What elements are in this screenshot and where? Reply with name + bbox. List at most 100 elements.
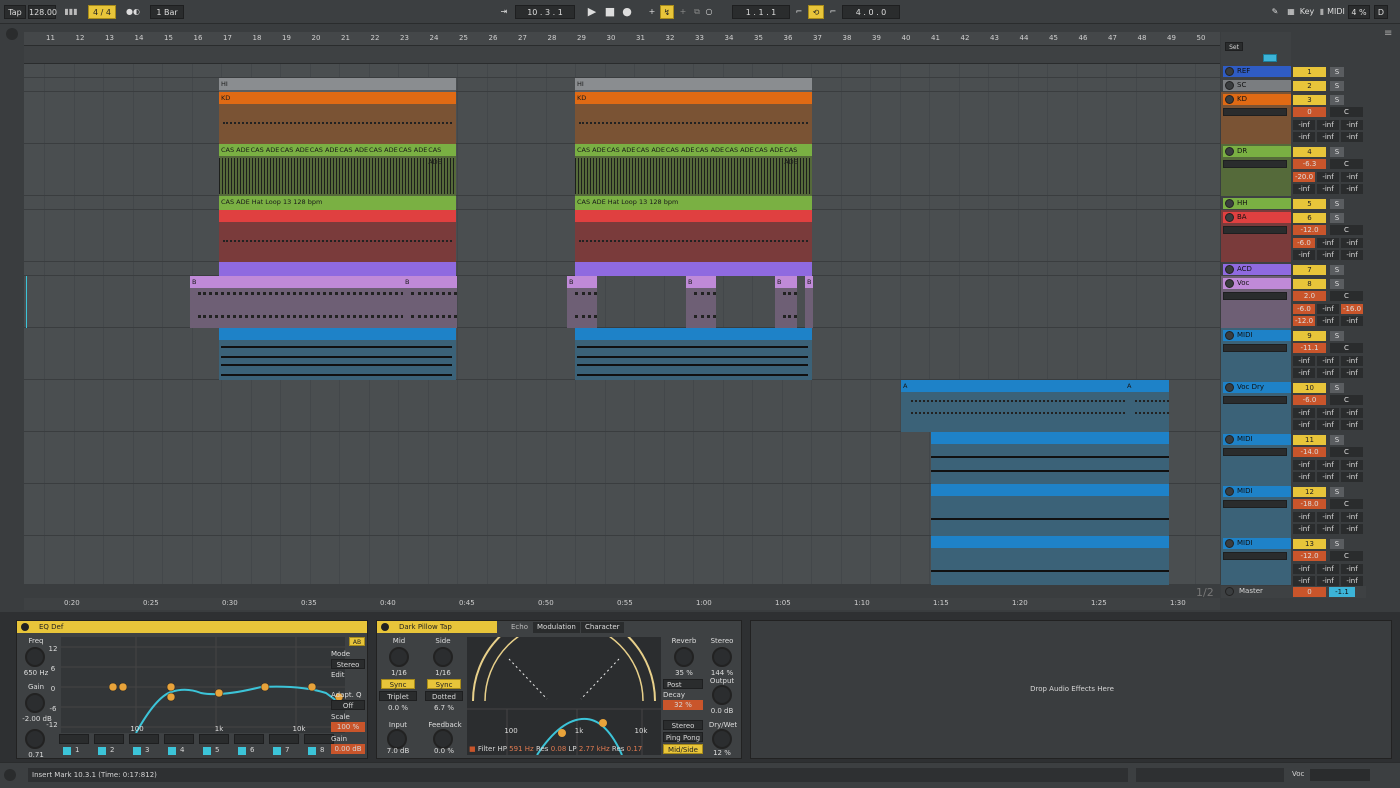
solo-button[interactable]: S <box>1330 383 1344 393</box>
draw-mode-icon[interactable]: ✎ <box>1268 5 1282 19</box>
band-on-checkbox[interactable] <box>98 747 106 755</box>
audio-clip[interactable]: HI <box>219 78 456 92</box>
send-f-field[interactable]: -inf <box>1341 316 1363 326</box>
follow-icon[interactable]: ⇥ <box>496 5 512 19</box>
send-c-field[interactable]: -inf <box>1341 120 1363 130</box>
send-b-field[interactable]: -inf <box>1317 238 1339 248</box>
ping-pong-button[interactable]: Ping Pong <box>663 732 703 742</box>
side-knob[interactable] <box>433 647 453 667</box>
send-b-field[interactable]: -inf <box>1317 512 1339 522</box>
pan-field[interactable]: C <box>1330 291 1363 301</box>
scale-field[interactable]: 100 % <box>331 722 365 732</box>
send-c-field[interactable]: -inf <box>1341 512 1363 522</box>
drop-effects-area[interactable]: Drop Audio Effects Here <box>750 620 1392 759</box>
midi-clip[interactable] <box>219 210 456 262</box>
midi-clip[interactable] <box>575 210 812 262</box>
pan-field[interactable]: C <box>1330 107 1363 117</box>
track-activator[interactable]: 6 <box>1293 213 1326 223</box>
band-filter-type-select[interactable] <box>269 734 299 744</box>
solo-button[interactable]: S <box>1330 435 1344 445</box>
key-map-button[interactable]: Key <box>1298 5 1316 19</box>
audio-clip[interactable]: CAS ADE CAS ADE CAS ADE CAS ADE CAS ADE CAS A… <box>575 144 812 196</box>
send-f-field[interactable]: -inf <box>1341 368 1363 378</box>
delay-tab[interactable]: Character <box>581 622 624 633</box>
delay-tab[interactable]: Modulation <box>533 622 580 633</box>
loop-brace-area[interactable] <box>24 46 1220 64</box>
track-header[interactable]: MIDI <box>1221 432 1291 484</box>
midi-map-button[interactable]: MIDI <box>1326 5 1346 19</box>
send-b-field[interactable]: -inf <box>1317 564 1339 574</box>
pan-field[interactable]: C <box>1330 447 1363 457</box>
track-slot[interactable] <box>1223 396 1287 404</box>
send-b-field[interactable]: -inf <box>1317 460 1339 470</box>
solo-button[interactable]: S <box>1330 331 1344 341</box>
loop-switch-icon[interactable]: ⟲ <box>808 5 824 19</box>
track-activator[interactable]: 10 <box>1293 383 1326 393</box>
send-e-field[interactable]: -inf <box>1317 250 1339 260</box>
eq-band[interactable]: 6 <box>234 733 266 757</box>
track-header[interactable]: MIDI <box>1221 484 1291 536</box>
ab-button[interactable]: AB <box>349 637 365 646</box>
solo-button[interactable]: S <box>1330 213 1344 223</box>
midi-clip[interactable] <box>931 536 1169 585</box>
master-play-icon[interactable] <box>1225 587 1234 596</box>
send-f-field[interactable]: -inf <box>1341 524 1363 534</box>
pan-field[interactable]: C <box>1330 225 1363 235</box>
fold-icon[interactable] <box>1225 199 1234 208</box>
send-c-field[interactable]: -inf <box>1341 356 1363 366</box>
band-on-checkbox[interactable] <box>238 747 246 755</box>
plus-icon[interactable]: + <box>676 5 690 19</box>
dry-wet-knob[interactable] <box>712 729 732 749</box>
volume-field[interactable]: -18.0 <box>1293 499 1326 509</box>
eq-curve-display[interactable] <box>61 637 345 733</box>
send-a-field[interactable]: -inf <box>1293 120 1315 130</box>
midi-clip[interactable] <box>575 328 812 380</box>
add-icon[interactable]: + <box>645 5 659 19</box>
status-icon[interactable] <box>4 769 16 781</box>
audio-clip[interactable]: HI <box>575 78 812 92</box>
send-f-field[interactable]: -inf <box>1341 472 1363 482</box>
send-d-field[interactable]: -inf <box>1293 368 1315 378</box>
audio-clip[interactable]: B <box>775 276 797 328</box>
mid-side-button[interactable]: Mid/Side <box>663 744 703 754</box>
track-header[interactable]: Voc <box>1221 276 1291 328</box>
send-d-field[interactable]: -inf <box>1293 184 1315 194</box>
metronome-bars-icon[interactable]: ▮▮▮ <box>60 5 82 19</box>
solo-button[interactable]: S <box>1330 81 1344 91</box>
audio-clip[interactable]: CAS ADE Hat Loop 13 128 bpm <box>575 196 812 210</box>
volume-field[interactable]: 0 <box>1293 107 1326 117</box>
eq-band[interactable]: 3 <box>129 733 161 757</box>
punch-in-icon[interactable]: ⌐ <box>792 5 806 19</box>
send-e-field[interactable]: -inf <box>1317 132 1339 142</box>
band-filter-type-select[interactable] <box>129 734 159 744</box>
post-select[interactable]: Post <box>663 679 703 689</box>
volume-field[interactable]: 2.0 <box>1293 291 1326 301</box>
fold-icon[interactable] <box>1225 487 1234 496</box>
reverb-knob[interactable] <box>674 647 694 667</box>
browser-toggle-icon[interactable] <box>6 28 18 40</box>
send-a-field[interactable]: -inf <box>1293 356 1315 366</box>
band-on-checkbox[interactable] <box>168 747 176 755</box>
send-c-field[interactable]: -inf <box>1341 238 1363 248</box>
fold-icon[interactable] <box>1225 147 1234 156</box>
volume-field[interactable]: -6.3 <box>1293 159 1326 169</box>
track-activator[interactable]: 5 <box>1293 199 1326 209</box>
midi-clip[interactable] <box>219 328 456 380</box>
track-header[interactable]: Voc Dry <box>1221 380 1291 432</box>
decay-field[interactable]: 32 % <box>663 700 703 710</box>
audio-clip[interactable]: B <box>686 276 716 328</box>
volume-field[interactable]: -12.0 <box>1293 551 1326 561</box>
pan-field[interactable]: C <box>1330 159 1363 169</box>
mid-knob[interactable] <box>389 647 409 667</box>
band-on-checkbox[interactable] <box>273 747 281 755</box>
audio-clip[interactable]: B <box>805 276 813 328</box>
delay-tab[interactable]: Echo <box>507 622 532 633</box>
keyboard-icon[interactable]: ▦ <box>1284 5 1298 19</box>
solo-button[interactable]: S <box>1330 279 1344 289</box>
send-a-field[interactable]: -inf <box>1293 460 1315 470</box>
send-a-field[interactable]: -inf <box>1293 512 1315 522</box>
send-b-field[interactable]: -inf <box>1317 172 1339 182</box>
send-e-field[interactable]: -inf <box>1317 524 1339 534</box>
filter-readout[interactable]: ■ Filter HP 591 Hz Res 0.08 LP 2.77 kHz … <box>469 745 661 755</box>
send-c-field[interactable]: -16.0 <box>1341 304 1363 314</box>
